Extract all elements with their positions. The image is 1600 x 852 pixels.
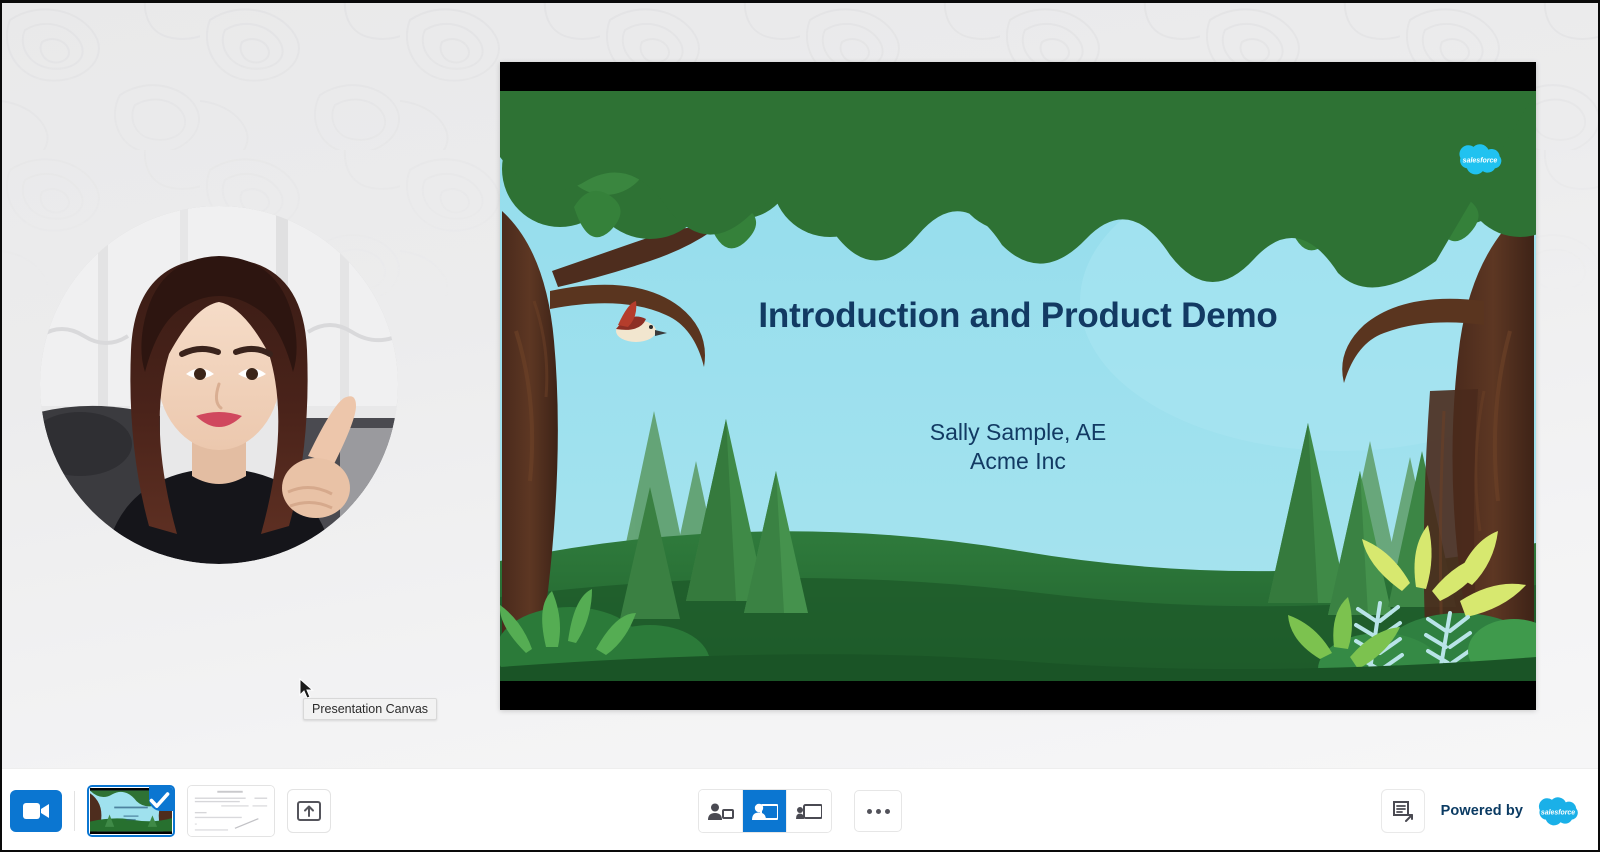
slide-thumbnail-forest-title[interactable]: [87, 785, 175, 837]
person-with-small-screen-icon: [707, 803, 734, 820]
presentation-canvas[interactable]: salesforce Introduction and Product Demo…: [500, 62, 1536, 710]
ellipsis-dot: [866, 808, 872, 814]
slide-thumbnail-document[interactable]: [187, 785, 275, 837]
thumbnail-preview: [188, 786, 274, 836]
thumbnail-selected-badge: [149, 787, 173, 811]
salesforce-cloud-badge-icon: salesforce: [1459, 144, 1502, 175]
window-edge-left: [0, 0, 2, 852]
mouse-pointer-icon: [299, 678, 314, 699]
more-options-button[interactable]: [854, 790, 902, 832]
layout-screen-only-button[interactable]: [787, 790, 831, 832]
notes-popout-icon: [1392, 801, 1413, 822]
ellipsis-dot: [884, 808, 890, 814]
layout-presenter-overlay-button[interactable]: [743, 790, 787, 832]
toolbar-divider: [74, 791, 75, 831]
powered-by-label: Powered by: [1440, 803, 1523, 819]
layout-presenter-small-button[interactable]: [699, 790, 743, 832]
app-root: Presentation Canvas salesforce Introduct…: [0, 0, 1600, 852]
window-edge-top: [0, 0, 1600, 3]
screen-with-person-icon: [796, 803, 822, 819]
avatar: [40, 206, 398, 564]
person-overlay-screen-icon: [751, 803, 778, 820]
upload-content-button[interactable]: [287, 789, 331, 833]
letterbox-bottom: [500, 681, 1536, 710]
powered-by-branding: Powered by salesforce: [1441, 795, 1584, 827]
toolbar-right-group: Powered by salesforce: [1380, 769, 1584, 852]
letterbox-top: [500, 62, 1536, 91]
svg-text:salesforce: salesforce: [1463, 157, 1498, 164]
layout-selector-group: [698, 789, 832, 833]
presentation-canvas-tooltip: Presentation Canvas: [303, 698, 438, 720]
svg-text:salesforce: salesforce: [1541, 809, 1575, 816]
presenter-video-feed[interactable]: [40, 206, 398, 564]
upload-screen-icon: [297, 801, 321, 821]
camera-toggle-button[interactable]: [10, 790, 62, 832]
video-camera-icon: [23, 803, 49, 819]
salesforce-cloud-logo-icon: salesforce: [1538, 797, 1578, 826]
toolbar-left-group: [10, 769, 331, 852]
ellipsis-dot: [875, 808, 881, 814]
check-icon: [149, 792, 170, 808]
notes-popout-button[interactable]: [1380, 789, 1425, 833]
slide-background-art: [500, 91, 1536, 681]
bottom-toolbar: Powered by salesforce: [0, 768, 1600, 852]
